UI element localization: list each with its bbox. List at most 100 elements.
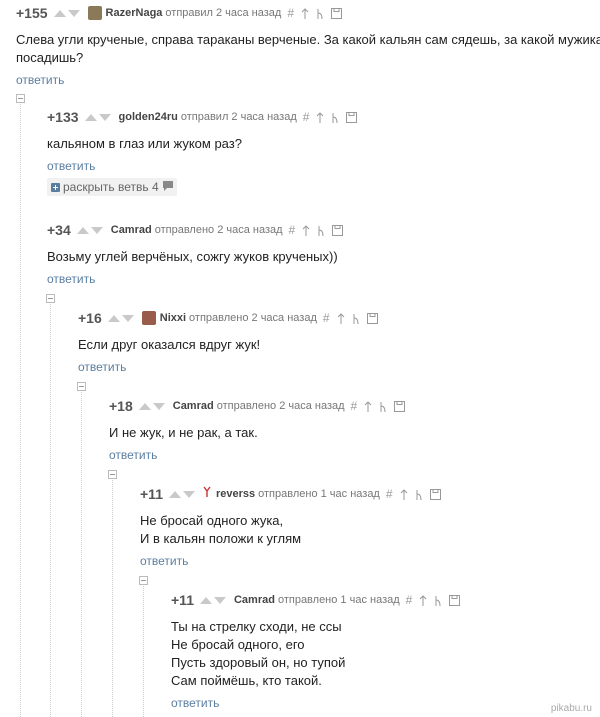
- save-icon[interactable]: [429, 487, 441, 501]
- watermark: pikabu.ru: [550, 703, 592, 714]
- comment-line: Слева угли крученые, справа тараканы вер…: [16, 32, 600, 47]
- upvote-icon[interactable]: [84, 113, 97, 121]
- thread-line: [143, 586, 144, 717]
- hash-link-icon[interactable]: #: [303, 110, 310, 124]
- reply-link[interactable]: ответить: [109, 448, 589, 462]
- branch-icon[interactable]: [434, 593, 442, 607]
- hash-link-icon[interactable]: #: [323, 311, 330, 325]
- collapse-thread-toggle[interactable]: [108, 470, 117, 479]
- branch-icon[interactable]: [316, 6, 324, 20]
- comment-author[interactable]: reverss: [216, 488, 255, 500]
- reply-link[interactable]: ответить: [16, 73, 596, 87]
- comment-line: И не жук, и не рак, а так.: [109, 425, 258, 440]
- avatar[interactable]: [141, 311, 156, 325]
- downvote-icon[interactable]: [213, 596, 226, 604]
- parent-arrow-icon[interactable]: [301, 6, 309, 20]
- downvote-icon[interactable]: [121, 314, 134, 322]
- comment-author[interactable]: RazerNaga: [106, 7, 163, 19]
- avatar[interactable]: [87, 6, 102, 20]
- comment-line: Сам поймёшь, кто такой.: [171, 673, 322, 688]
- comment: +11 Camrad отправлено 1 час назад # Ты н…: [171, 590, 591, 710]
- comment: +34 Camrad отправлено 2 часа назад # Воз…: [47, 220, 587, 286]
- hash-link-icon[interactable]: #: [351, 399, 358, 413]
- branch-icon[interactable]: [352, 311, 360, 325]
- reply-link[interactable]: ответить: [47, 159, 587, 173]
- hash-link-icon[interactable]: #: [406, 593, 413, 607]
- comment: +18 Camrad отправлено 2 часа назад # И н…: [109, 396, 589, 462]
- comment-timestamp: отправлено 1 час назад: [277, 594, 400, 606]
- comment-author[interactable]: Camrad: [111, 224, 152, 236]
- comment-rating: +133: [47, 109, 79, 125]
- comment-timestamp: отправлено 2 часа назад: [189, 312, 317, 324]
- collapse-thread-toggle[interactable]: [46, 294, 55, 303]
- parent-arrow-icon[interactable]: [302, 223, 310, 237]
- upvote-icon[interactable]: [138, 402, 151, 410]
- comment-rating: +11: [171, 592, 194, 608]
- comment-author[interactable]: golden24ru: [119, 111, 178, 123]
- branch-icon[interactable]: [331, 110, 339, 124]
- branch-icon[interactable]: [415, 487, 423, 501]
- comment: +133 golden24ru отправил 2 часа назад # …: [47, 107, 587, 173]
- comment: +16 Nixxi отправлено 2 часа назад # Если…: [78, 308, 588, 374]
- reply-link[interactable]: ответить: [140, 554, 590, 568]
- comment-rating: +11: [140, 486, 163, 502]
- parent-arrow-icon[interactable]: [337, 311, 345, 325]
- hash-link-icon[interactable]: #: [386, 487, 393, 501]
- save-icon[interactable]: [332, 223, 344, 237]
- downvote-icon[interactable]: [67, 9, 80, 17]
- hash-link-icon[interactable]: #: [289, 223, 296, 237]
- parent-arrow-icon[interactable]: [316, 110, 324, 124]
- comment-timestamp: отправил 2 часа назад: [180, 111, 297, 123]
- comment-body: И не жук, и не рак, а так.: [109, 424, 589, 442]
- reply-link[interactable]: ответить: [171, 696, 591, 710]
- downvote-icon[interactable]: [152, 402, 165, 410]
- comment-author[interactable]: Camrad: [234, 594, 275, 606]
- comment-header: +155 RazerNaga отправил 2 часа назад #: [16, 3, 596, 23]
- upvote-icon[interactable]: [107, 314, 120, 322]
- collapse-thread-toggle[interactable]: [77, 382, 86, 391]
- comment-line: И в кальян положи к углям: [140, 531, 302, 546]
- comment-timestamp: отправлено 2 часа назад: [216, 400, 345, 412]
- expand-branch-button[interactable]: раскрыть ветвь 4: [47, 178, 177, 196]
- upvote-icon[interactable]: [168, 490, 181, 498]
- parent-arrow-icon[interactable]: [400, 487, 408, 501]
- comment-body: Возьму углей верчёных, сожгу жуков круче…: [47, 248, 587, 266]
- reply-link[interactable]: ответить: [78, 360, 588, 374]
- hash-link-icon[interactable]: #: [287, 6, 294, 20]
- comment-line: посадишь?: [16, 50, 84, 65]
- thread-line: [81, 392, 82, 717]
- comment: +155 RazerNaga отправил 2 часа назад # С…: [16, 3, 600, 87]
- upvote-icon[interactable]: [199, 596, 212, 604]
- parent-arrow-icon[interactable]: [364, 399, 372, 413]
- save-icon[interactable]: [449, 593, 461, 607]
- save-icon[interactable]: [346, 110, 358, 124]
- branch-icon[interactable]: [379, 399, 387, 413]
- parent-arrow-icon[interactable]: [419, 593, 427, 607]
- user-tag-icon: [203, 485, 211, 503]
- downvote-icon[interactable]: [98, 113, 111, 121]
- thread-line: [50, 304, 51, 717]
- comment-timestamp: отправил 2 часа назад: [165, 7, 282, 19]
- downvote-icon[interactable]: [90, 226, 103, 234]
- save-icon[interactable]: [331, 6, 343, 20]
- comment-timestamp: отправлено 2 часа назад: [154, 224, 283, 236]
- upvote-icon[interactable]: [53, 9, 66, 17]
- comment-author[interactable]: Camrad: [173, 400, 214, 412]
- downvote-icon[interactable]: [182, 490, 195, 498]
- collapse-thread-toggle[interactable]: [16, 94, 25, 103]
- comment-rating: +16: [78, 310, 102, 326]
- save-icon[interactable]: [366, 311, 378, 325]
- comment-line: Если друг оказался вдруг жук!: [78, 337, 261, 352]
- save-icon[interactable]: [394, 399, 406, 413]
- comment-rating: +155: [16, 5, 48, 21]
- reply-link[interactable]: ответить: [47, 272, 587, 286]
- comment-author[interactable]: Nixxi: [160, 312, 186, 324]
- branch-icon[interactable]: [317, 223, 325, 237]
- comment-body: Если друг оказался вдруг жук!: [78, 336, 588, 354]
- collapse-thread-toggle[interactable]: [139, 576, 148, 585]
- comment: +11 reverss отправлено 1 час назад # Не …: [140, 484, 590, 568]
- comment-body: кальяном в глаз или жуком раз?: [47, 135, 587, 153]
- thread-line: [112, 480, 113, 717]
- comment-line: Ты на стрелку сходи, не ссы: [171, 619, 342, 634]
- upvote-icon[interactable]: [76, 226, 89, 234]
